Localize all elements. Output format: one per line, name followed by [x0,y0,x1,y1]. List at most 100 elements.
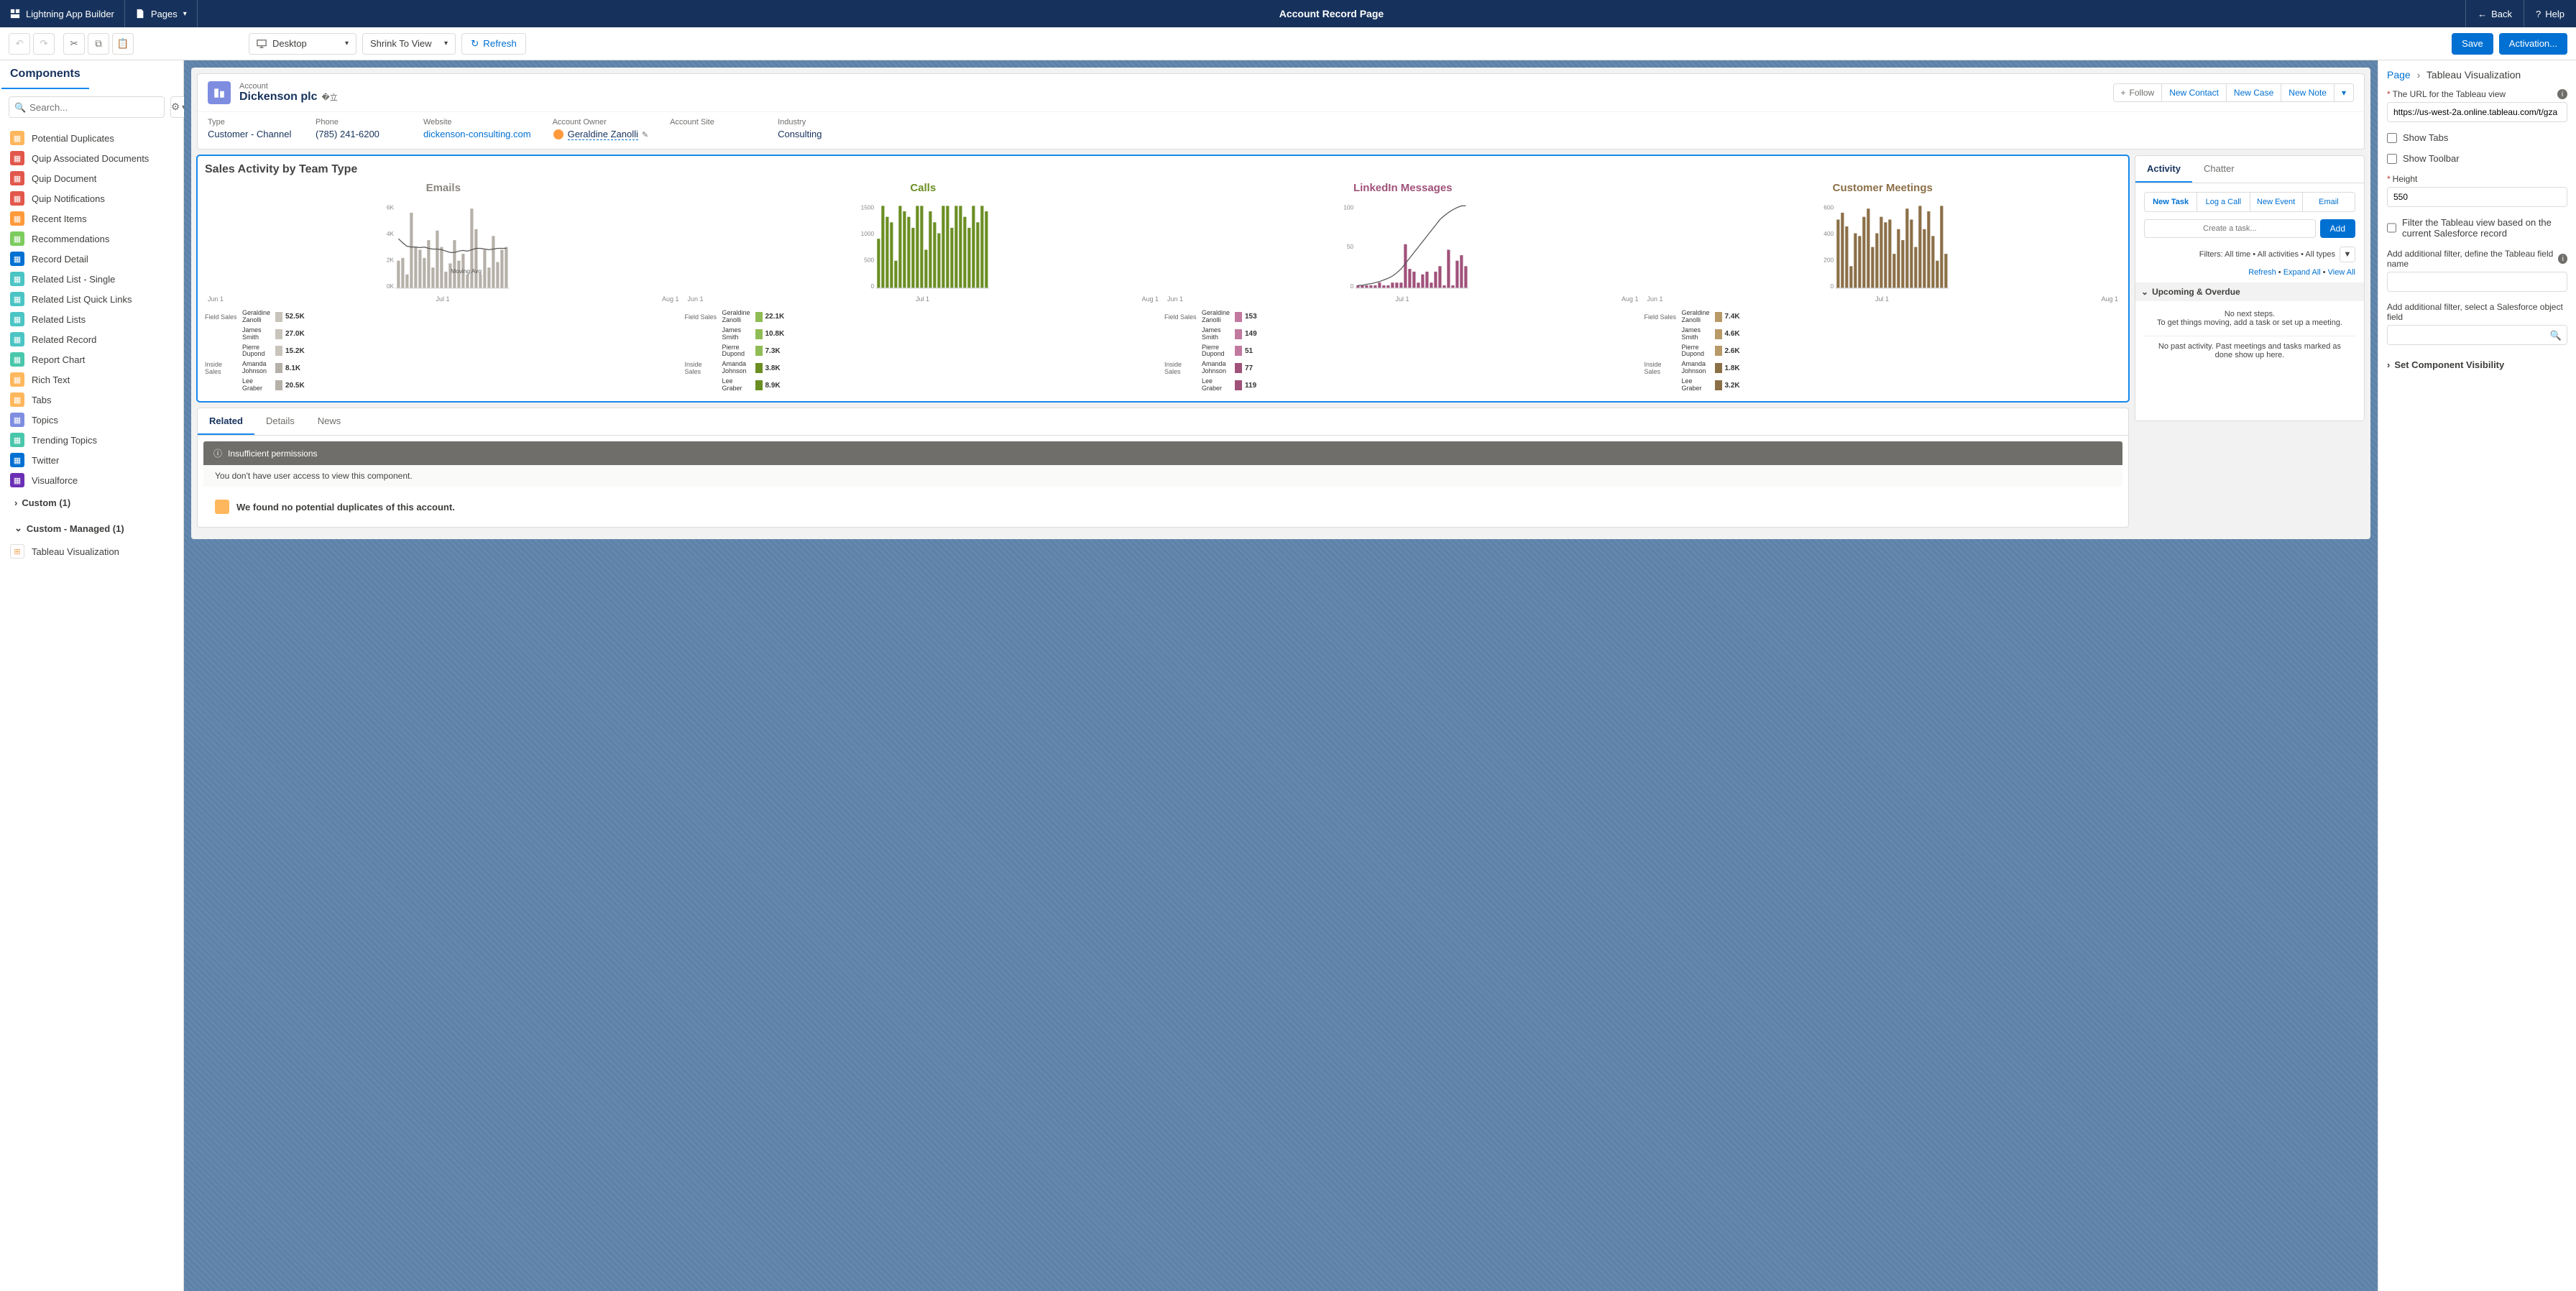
component-item[interactable]: ⊞Tableau Visualization [6,541,178,561]
component-icon: ▦ [10,151,24,165]
chart-breakdown-table: Field SalesGeraldine Zanolli7.4KJames Sm… [1644,308,2122,394]
show-toolbar-checkbox[interactable]: Show Toolbar [2387,153,2567,164]
highlight-field: IndustryConsulting [778,118,864,140]
component-item[interactable]: ▦Related Record [6,329,178,349]
edit-icon[interactable]: ✎ [642,130,648,139]
breadcrumb-page[interactable]: Page [2387,69,2411,81]
filter-field-input[interactable] [2387,272,2567,292]
tab-related[interactable]: Related [198,408,254,435]
question-icon: ? [2536,9,2541,19]
zoom-select[interactable]: Shrink To View ▾ [362,33,456,55]
component-item[interactable]: ▦Record Detail [6,249,178,269]
component-item[interactable]: ▦Quip Document [6,168,178,188]
component-search-input[interactable] [9,96,165,118]
component-label: Topics [32,415,58,426]
component-label: Quip Notifications [32,193,105,204]
cut-button[interactable]: ✂ [63,33,85,55]
table-row: Lee Graber8.9K [685,377,1162,394]
show-tabs-checkbox[interactable]: Show Tabs [2387,132,2567,143]
builder-toolbar: ↶ ↷ ✂ ⧉ 📋 Desktop ▾ Shrink To View ▾ ↻ R… [0,27,2576,60]
tabs-component[interactable]: Related Details News ⓘ Insufficient perm… [197,408,2129,528]
component-label: Quip Document [32,173,96,184]
new-note-button[interactable]: New Note [2281,83,2334,102]
page-icon [135,9,145,19]
filter-button[interactable]: ▼ [2340,247,2355,262]
record-header-card[interactable]: Account Dickenson plc �立 +Follow New Con… [197,73,2365,150]
component-item[interactable]: ▦Recent Items [6,208,178,229]
chart-title: LinkedIn Messages [1164,182,1642,194]
tab-chatter[interactable]: Chatter [2192,156,2246,183]
redo-button[interactable]: ↷ [33,33,55,55]
avatar [553,129,564,140]
component-item[interactable]: ▦Quip Notifications [6,188,178,208]
component-label: Related Record [32,334,96,345]
component-visibility-toggle[interactable]: › Set Component Visibility [2387,359,2567,370]
expand-all-link[interactable]: Expand All [2283,268,2321,277]
component-item[interactable]: ▦Recommendations [6,229,178,249]
subtab-new-task[interactable]: New Task [2145,193,2197,211]
tab-news[interactable]: News [306,408,353,435]
refresh-icon: ↻ [471,38,479,50]
tab-details[interactable]: Details [254,408,306,435]
save-button[interactable]: Save [2452,33,2493,55]
follow-button[interactable]: +Follow [2113,83,2163,102]
undo-button[interactable]: ↶ [9,33,30,55]
table-row: Pierre Dupond7.3K [685,343,1162,360]
subtab-log-call[interactable]: Log a Call [2197,193,2250,211]
component-item[interactable]: ▦Visualforce [6,470,178,490]
component-item[interactable]: ▦Trending Topics [6,430,178,450]
height-label: *Height [2387,174,2567,184]
component-item[interactable]: ▦Quip Associated Documents [6,148,178,168]
new-case-button[interactable]: New Case [2226,83,2281,102]
activation-button[interactable]: Activation... [2499,33,2567,55]
component-item[interactable]: ▦Topics [6,410,178,430]
component-label: Related List - Single [32,274,115,285]
info-icon[interactable]: i [2557,89,2567,99]
custom-section-header[interactable]: › Custom (1) [6,490,178,515]
component-item[interactable]: ▦Twitter [6,450,178,470]
copy-button[interactable]: ⧉ [88,33,109,55]
svg-text:200: 200 [1823,256,1834,263]
component-item[interactable]: ▦Related Lists [6,309,178,329]
component-item[interactable]: ▦Tabs [6,390,178,410]
component-item[interactable]: ▦Related List Quick Links [6,289,178,309]
add-task-button[interactable]: Add [2320,219,2355,238]
chevron-down-icon: ▾ [183,10,187,18]
builder-canvas[interactable]: Account Dickenson plc �立 +Follow New Con… [184,60,2378,1291]
component-item[interactable]: ▦Related List - Single [6,269,178,289]
back-button[interactable]: ← Back [2465,0,2524,27]
paste-button[interactable]: 📋 [112,33,134,55]
chart-breakdown-table: Field SalesGeraldine Zanolli22.1KJames S… [685,308,1162,394]
chevron-down-icon: ▾ [444,40,448,47]
more-actions-button[interactable]: ▾ [2334,83,2354,102]
component-item[interactable]: ▦Report Chart [6,349,178,369]
component-label: Tabs [32,395,51,405]
filter-object-input[interactable] [2387,325,2567,345]
hierarchy-icon[interactable]: �立 [321,91,337,103]
refresh-button[interactable]: ↻ Refresh [461,33,526,55]
component-item[interactable]: ▦Rich Text [6,369,178,390]
new-contact-button[interactable]: New Contact [2161,83,2227,102]
info-icon[interactable]: i [2558,254,2567,264]
filter-record-checkbox[interactable]: Filter the Tableau view based on the cur… [2387,217,2567,239]
tab-activity[interactable]: Activity [2135,156,2192,183]
app-header: Lightning App Builder Pages ▾ Account Re… [0,0,2576,27]
managed-section-header[interactable]: ⌄ Custom - Managed (1) [6,515,178,541]
help-button[interactable]: ? Help [2524,0,2576,27]
device-select[interactable]: Desktop ▾ [249,33,356,55]
view-all-link[interactable]: View All [2328,268,2355,277]
table-row: Field SalesGeraldine Zanolli153 [1164,308,1642,326]
tableau-url-input[interactable] [2387,102,2567,122]
component-item[interactable]: ▦Potential Duplicates [6,128,178,148]
subtab-new-event[interactable]: New Event [2250,193,2303,211]
activity-component[interactable]: Activity Chatter New Task Log a Call New… [2135,155,2365,421]
pages-dropdown[interactable]: Pages ▾ [125,0,198,27]
tableau-viz-component[interactable]: Sales Activity by Team Type Emails 6K4K2… [197,155,2129,402]
height-input[interactable] [2387,187,2567,207]
subtab-email[interactable]: Email [2303,193,2355,211]
chart-column: Emails 6K4K2K0KMoving Avg Jun 1Jul 1Aug … [205,182,682,394]
task-input[interactable] [2144,219,2316,238]
component-label: Record Detail [32,254,88,265]
activity-refresh-link[interactable]: Refresh [2248,268,2276,277]
upcoming-header[interactable]: ⌄ Upcoming & Overdue [2135,282,2364,301]
